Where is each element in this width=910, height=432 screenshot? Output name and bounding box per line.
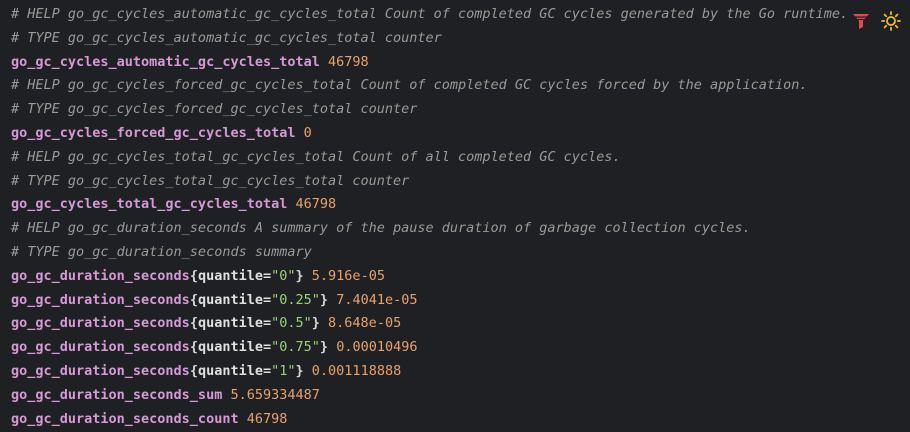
metric-line: go_gc_duration_seconds_count 46798 [0, 408, 910, 432]
metrics-text: # HELP go_gc_cycles_automatic_gc_cycles_… [0, 3, 910, 431]
metric-name: go_gc_duration_seconds [11, 362, 190, 379]
metric-line: go_gc_cycles_automatic_gc_cycles_total 4… [0, 51, 910, 75]
comment-line: # TYPE go_gc_cycles_automatic_gc_cycles_… [0, 27, 910, 51]
metric-line: go_gc_duration_seconds{quantile="1"} 0.0… [0, 360, 910, 384]
metric-name: go_gc_duration_seconds_sum [11, 386, 223, 403]
label-key: quantile [197, 362, 263, 379]
label-open-brace: { [189, 267, 198, 284]
label-equals: = [262, 291, 272, 308]
comment-text: # TYPE go_gc_cycles_total_gc_cycles_tota… [11, 172, 410, 189]
label-close-brace: } [295, 267, 304, 284]
comment-line: # TYPE go_gc_cycles_forced_gc_cycles_tot… [0, 98, 910, 122]
metric-name: go_gc_duration_seconds [11, 339, 190, 356]
metric-line: go_gc_cycles_total_gc_cycles_total 46798 [0, 193, 910, 217]
metric-name: go_gc_duration_seconds [11, 267, 190, 284]
label-open-brace: { [189, 315, 198, 332]
label-value: "0.75" [271, 339, 320, 356]
metric-line: go_gc_duration_seconds_sum 5.659334487 [0, 384, 910, 408]
label-key: quantile [197, 291, 263, 308]
label-equals: = [262, 315, 272, 332]
metric-line: go_gc_duration_seconds{quantile="0.25"} … [0, 289, 910, 313]
metric-value: 5.659334487 [230, 386, 320, 403]
metric-name: go_gc_duration_seconds_count [11, 410, 239, 427]
label-equals: = [262, 267, 272, 284]
comment-line: # HELP go_gc_cycles_automatic_gc_cycles_… [0, 3, 910, 27]
label-equals: = [262, 339, 272, 356]
metric-name: go_gc_cycles_total_gc_cycles_total [11, 196, 288, 213]
comment-text: # HELP go_gc_cycles_automatic_gc_cycles_… [11, 6, 849, 22]
comment-text: # HELP go_gc_duration_seconds A summary … [11, 220, 751, 237]
toolbar [850, 10, 902, 32]
sun-icon [881, 11, 901, 31]
label-value: "0.25" [271, 291, 320, 308]
metric-value: 46798 [246, 410, 288, 427]
label-value: "1" [271, 362, 296, 379]
metric-line: go_gc_cycles_forced_gc_cycles_total 0 [0, 122, 910, 146]
metric-name: go_gc_duration_seconds [11, 291, 190, 308]
label-value: "0.5" [271, 315, 312, 332]
metric-value: 46798 [295, 196, 337, 213]
label-close-brace: } [319, 291, 329, 308]
comment-line: # HELP go_gc_cycles_forced_gc_cycles_tot… [0, 74, 910, 98]
metric-value: 0 [303, 124, 312, 141]
label-open-brace: { [189, 291, 198, 308]
comment-line: # HELP go_gc_cycles_total_gc_cycles_tota… [0, 146, 910, 170]
metric-value: 0.00010496 [336, 339, 418, 356]
label-equals: = [262, 362, 272, 379]
metric-name: go_gc_cycles_forced_gc_cycles_total [11, 124, 296, 141]
label-open-brace: { [189, 339, 198, 356]
label-close-brace: } [311, 315, 320, 332]
metrics-viewer: # HELP go_gc_cycles_automatic_gc_cycles_… [0, 0, 910, 432]
metric-value: 5.916e-05 [311, 267, 385, 284]
comment-text: # HELP go_gc_cycles_forced_gc_cycles_tot… [11, 77, 808, 94]
comment-text: # TYPE go_gc_cycles_automatic_gc_cycles_… [11, 29, 442, 46]
metric-line: go_gc_duration_seconds{quantile="0.5"} 8… [0, 312, 910, 336]
label-key: quantile [197, 315, 263, 332]
comment-text: # HELP go_gc_cycles_total_gc_cycles_tota… [11, 148, 621, 165]
label-key: quantile [197, 339, 263, 356]
metric-line: go_gc_duration_seconds{quantile="0"} 5.9… [0, 265, 910, 289]
metric-name: go_gc_cycles_automatic_gc_cycles_total [11, 53, 320, 70]
metric-name: go_gc_duration_seconds [11, 315, 190, 332]
comment-line: # HELP go_gc_duration_seconds A summary … [0, 217, 910, 241]
metric-value: 7.4041e-05 [336, 291, 418, 308]
filter-button[interactable] [850, 10, 872, 32]
metric-value: 8.648e-05 [328, 315, 402, 332]
comment-text: # TYPE go_gc_cycles_forced_gc_cycles_tot… [11, 101, 418, 118]
theme-toggle-button[interactable] [880, 10, 902, 32]
metric-line: go_gc_duration_seconds{quantile="0.75"} … [0, 336, 910, 360]
label-open-brace: { [189, 362, 198, 379]
label-value: "0" [271, 267, 296, 284]
metric-value: 0.001118888 [311, 362, 402, 379]
label-key: quantile [197, 267, 263, 284]
metric-value: 46798 [328, 53, 369, 70]
label-close-brace: } [295, 362, 304, 379]
filter-icon [853, 14, 869, 29]
comment-text: # TYPE go_gc_duration_seconds summary [11, 243, 312, 260]
comment-line: # TYPE go_gc_cycles_total_gc_cycles_tota… [0, 170, 910, 194]
label-close-brace: } [319, 339, 329, 356]
comment-line: # TYPE go_gc_duration_seconds summary [0, 241, 910, 265]
